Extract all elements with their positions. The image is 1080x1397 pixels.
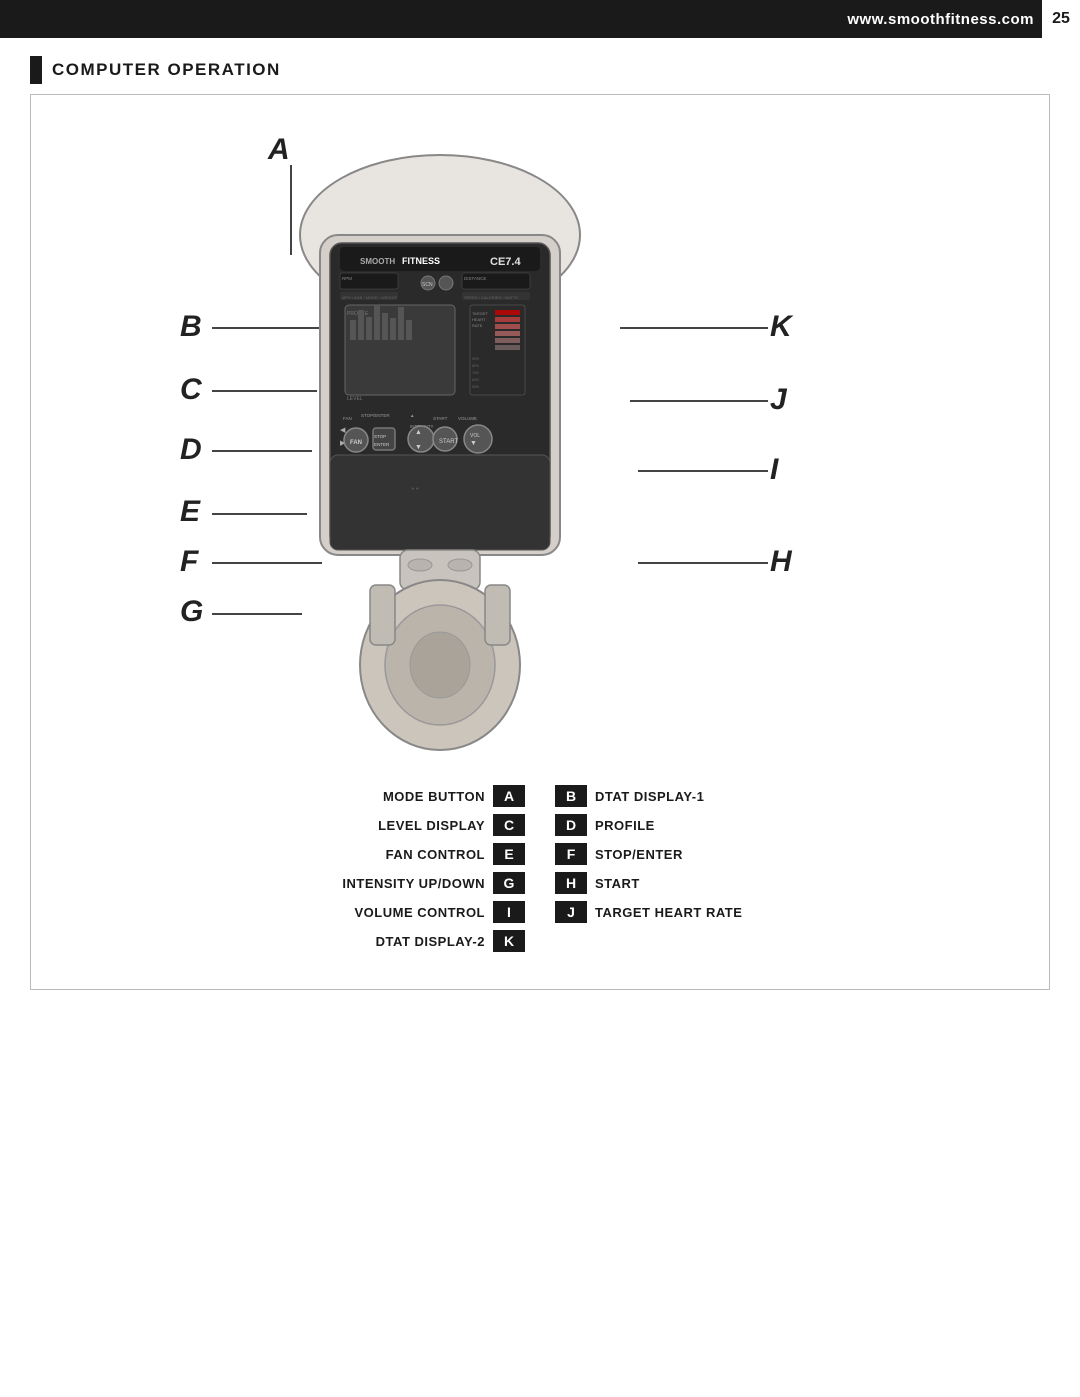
svg-text:70%: 70%: [472, 371, 479, 375]
line-h: [638, 562, 768, 564]
svg-text:90%: 90%: [472, 357, 479, 361]
legend-label-fan-control: FAN CONTROL: [335, 847, 485, 862]
svg-text:60%: 60%: [472, 378, 479, 382]
svg-text:FAN: FAN: [343, 416, 352, 421]
legend-badge-b: B: [555, 785, 587, 807]
legend-right-col: B DTAT DISPLAY-1 D PROFILE F STOP/ENTER …: [555, 785, 999, 959]
svg-text:STOP: STOP: [374, 434, 386, 439]
svg-text:▼: ▼: [415, 444, 422, 451]
svg-text:VOLUME: VOLUME: [458, 416, 477, 421]
svg-text:STOP/ENTER: STOP/ENTER: [361, 413, 390, 418]
svg-text:VOL: VOL: [470, 433, 480, 439]
svg-text:FAN: FAN: [350, 440, 362, 446]
section-heading: COMPUTER OPERATION: [30, 56, 1050, 84]
legend-area: MODE BUTTON A LEVEL DISPLAY C FAN CONTRO…: [41, 785, 1039, 959]
legend-label-stop-enter: STOP/ENTER: [595, 847, 755, 862]
line-i: [638, 470, 768, 472]
legend-badge-g: G: [493, 872, 525, 894]
legend-badge-h: H: [555, 872, 587, 894]
line-j: [630, 400, 768, 402]
legend-row-empty: [555, 930, 999, 952]
svg-text:CE7.4: CE7.4: [490, 256, 521, 268]
website-url: www.smoothfitness.com: [847, 11, 1042, 28]
section-title: COMPUTER OPERATION: [52, 60, 281, 80]
header-bar: www.smoothfitness.com 25: [0, 0, 1080, 38]
svg-text:SMOOTH: SMOOTH: [360, 257, 395, 266]
legend-label-dtat2: DTAT DISPLAY-2: [335, 934, 485, 949]
legend-row-fan-control: FAN CONTROL E: [81, 843, 525, 865]
legend-row-level-display: LEVEL DISPLAY C: [81, 814, 525, 836]
line-k: [620, 327, 768, 329]
legend-badge-c: C: [493, 814, 525, 836]
heading-bar-accent: [30, 56, 42, 84]
svg-text:▲: ▲: [410, 413, 414, 418]
svg-text:LEVEL: LEVEL: [347, 396, 363, 402]
legend-badge-d: D: [555, 814, 587, 836]
label-b: B: [180, 310, 202, 344]
svg-text:50%: 50%: [472, 385, 479, 389]
svg-text:START: START: [439, 439, 458, 445]
svg-text:HEART: HEART: [472, 317, 486, 322]
label-g: G: [180, 595, 203, 629]
svg-text:MPH / AGE / MODE / WEIGHT: MPH / AGE / MODE / WEIGHT: [342, 295, 398, 300]
legend-label-start: START: [595, 876, 755, 891]
legend-row-stop-enter: F STOP/ENTER: [555, 843, 999, 865]
legend-row-dtat2: DTAT DISPLAY-2 K: [81, 930, 525, 952]
svg-text:◀: ◀: [340, 427, 346, 434]
page-number: 25: [1042, 0, 1080, 38]
diagram-area: A B K C J D I E F H: [90, 115, 990, 775]
svg-text:DISTANCE: DISTANCE: [464, 276, 486, 281]
svg-text:SPEED / CALORIES / WATTS: SPEED / CALORIES / WATTS: [464, 295, 518, 300]
console-illustration: SMOOTH FITNESS CE7.4 SCN RPM MPH / AGE /…: [260, 135, 620, 760]
legend-label-intensity: INTENSITY UP/DOWN: [335, 876, 485, 891]
legend-badge-k: K: [493, 930, 525, 952]
label-h: H: [770, 545, 792, 579]
legend-label-mode-button: MODE BUTTON: [335, 789, 485, 804]
svg-text:▼: ▼: [470, 440, 477, 447]
legend-row-mode-button: MODE BUTTON A: [81, 785, 525, 807]
label-j: J: [770, 383, 787, 417]
label-c: C: [180, 373, 202, 407]
svg-text:ENTER: ENTER: [374, 442, 390, 447]
svg-text:FITNESS: FITNESS: [402, 256, 440, 266]
legend-label-level-display: LEVEL DISPLAY: [335, 818, 485, 833]
legend-badge-j: J: [555, 901, 587, 923]
svg-text:RATE: RATE: [472, 323, 483, 328]
svg-text:SCN: SCN: [422, 282, 433, 288]
label-d: D: [180, 433, 202, 467]
svg-text:START: START: [433, 416, 448, 421]
legend-label-dtat1: DTAT DISPLAY-1: [595, 789, 755, 804]
main-content-box: A B K C J D I E F H: [30, 94, 1050, 990]
svg-text:RPM: RPM: [342, 276, 352, 281]
legend-badge-e: E: [493, 843, 525, 865]
legend-badge-empty: [555, 930, 587, 952]
label-e: E: [180, 495, 200, 529]
legend-row-intensity: INTENSITY UP/DOWN G: [81, 872, 525, 894]
legend-label-profile: PROFILE: [595, 818, 755, 833]
legend-row-profile: D PROFILE: [555, 814, 999, 836]
legend-badge-a: A: [493, 785, 525, 807]
legend-label-volume: VOLUME CONTROL: [335, 905, 485, 920]
legend-label-target-hr: TARGET HEART RATE: [595, 905, 755, 920]
legend-badge-i: I: [493, 901, 525, 923]
label-k: K: [770, 310, 792, 344]
legend-row-dtat1: B DTAT DISPLAY-1: [555, 785, 999, 807]
label-i: I: [770, 453, 778, 487]
legend-row-target-hr: J TARGET HEART RATE: [555, 901, 999, 923]
svg-text:80%: 80%: [472, 364, 479, 368]
legend-row-start: H START: [555, 872, 999, 894]
svg-text:TARGET: TARGET: [472, 311, 488, 316]
svg-text:● ●: ● ●: [411, 486, 418, 492]
label-f: F: [180, 545, 198, 579]
legend-left-col: MODE BUTTON A LEVEL DISPLAY C FAN CONTRO…: [81, 785, 525, 959]
svg-text:▲: ▲: [415, 429, 422, 436]
legend-badge-f: F: [555, 843, 587, 865]
legend-row-volume: VOLUME CONTROL I: [81, 901, 525, 923]
